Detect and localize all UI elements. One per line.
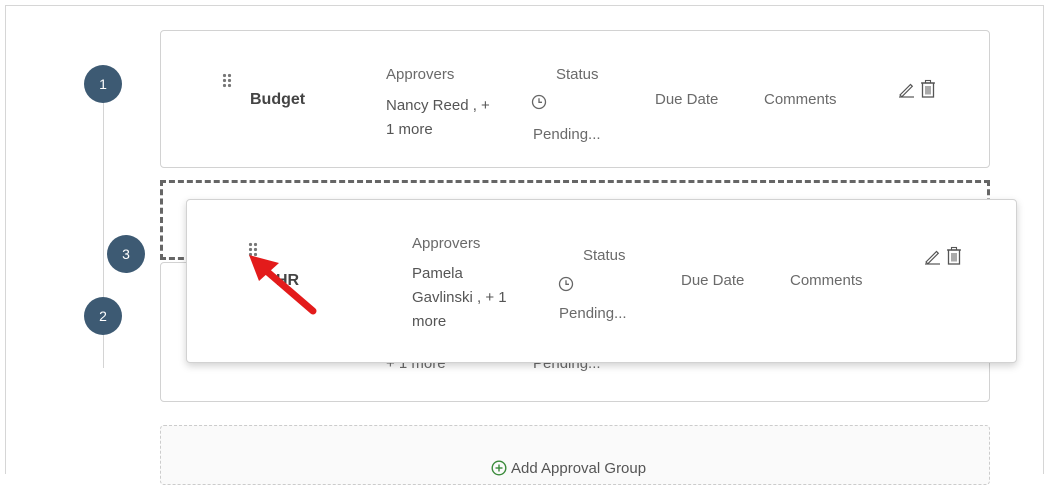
approvers-line: Pamela [412, 265, 463, 282]
approvers-value: Pamela Gavlinski , + 1 more [412, 262, 532, 334]
add-approval-group-button[interactable]: Add Approval Group [160, 425, 990, 485]
clock-icon [531, 94, 547, 110]
delete-icon[interactable] [919, 79, 937, 99]
approval-group-card-budget[interactable]: Budget Approvers Nancy Reed , + 1 more S… [160, 30, 990, 168]
add-approval-group-text: Add Approval Group [511, 460, 647, 477]
approvers-line: more [412, 313, 447, 330]
step-badge-3: 3 [107, 235, 145, 273]
approvers-line: Gavlinski , + 1 [412, 289, 507, 306]
annotation-arrow-icon [249, 255, 317, 315]
edit-icon[interactable] [897, 80, 915, 98]
due-date-label: Due Date [681, 272, 745, 289]
approvers-line: Nancy Reed , + [386, 97, 490, 114]
status-value: Pending... [533, 126, 601, 143]
step-badge-1: 1 [84, 65, 122, 103]
status-label: Status [583, 247, 626, 264]
approvers-value: Nancy Reed , + 1 more [386, 94, 516, 142]
step-badge-2: 2 [84, 297, 122, 335]
status-label: Status [556, 66, 599, 83]
approvers-label: Approvers [412, 235, 481, 252]
drag-handle-icon[interactable] [222, 73, 232, 89]
due-date-label: Due Date [655, 91, 719, 108]
status-value: Pending... [559, 305, 627, 322]
delete-icon[interactable] [945, 246, 963, 266]
approvers-line: 1 more [386, 121, 433, 138]
comments-label: Comments [764, 91, 837, 108]
group-name: Budget [250, 91, 306, 108]
edit-icon[interactable] [923, 247, 941, 265]
comments-label: Comments [790, 272, 863, 289]
approvers-label: Approvers [386, 66, 455, 83]
clock-icon [558, 276, 574, 292]
add-approval-group-label[interactable]: Add Approval Group [491, 460, 646, 477]
